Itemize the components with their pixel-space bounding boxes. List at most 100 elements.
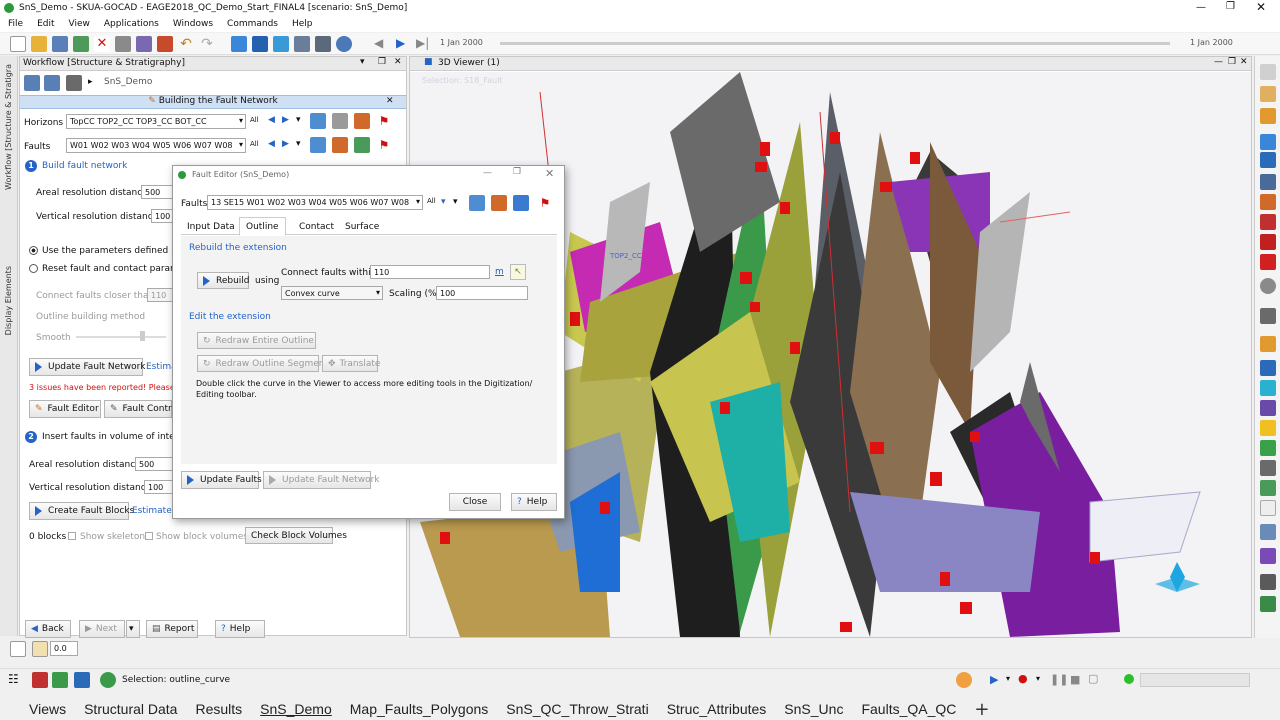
hand-icon[interactable] [1260, 86, 1276, 102]
car-icon[interactable] [1260, 254, 1276, 270]
horizons-tool3-icon[interactable] [354, 113, 370, 129]
redraw-entire-outline-button[interactable]: ↻ Redraw Entire Outline [197, 332, 316, 349]
dialog-help-button[interactable]: ? Help [511, 493, 557, 511]
select-tool-icon[interactable] [32, 641, 48, 657]
horizons-tool2-icon[interactable] [332, 113, 348, 129]
record-menu-icon[interactable]: ▾ [1036, 674, 1040, 683]
maximize-icon[interactable]: ❐ [1226, 1, 1235, 12]
horizons-flag-icon[interactable]: ⚑ [376, 113, 392, 129]
redo-icon[interactable]: ↷ [199, 36, 215, 52]
horizons-select[interactable]: TopCC TOP2_CC TOP3_CC BOT_CC ▾ [66, 114, 246, 129]
pause-icon[interactable]: ❚❚ [1050, 673, 1068, 686]
dialog-faults-menu-icon[interactable]: ▾ [441, 197, 446, 207]
translate-button[interactable]: ✥ Translate [322, 355, 380, 372]
horizons-prev-icon[interactable]: ◀ [268, 115, 275, 125]
arrow-up-icon[interactable] [1260, 360, 1276, 376]
create-fault-blocks-button[interactable]: Create Fault Blocks [29, 502, 134, 520]
tools-icon[interactable] [136, 36, 152, 52]
open-folder-icon[interactable] [31, 36, 47, 52]
zoom-icon[interactable] [1260, 134, 1276, 150]
palette-icon[interactable] [1260, 440, 1276, 456]
number-icon[interactable] [1260, 500, 1276, 516]
chart-icon[interactable] [231, 36, 247, 52]
show-skeleton-checkbox[interactable] [68, 532, 76, 540]
menu-windows[interactable]: Windows [173, 19, 213, 29]
faults-next-icon[interactable]: ▶ [282, 139, 289, 149]
dialog-tool1-icon[interactable] [469, 195, 485, 211]
back-button[interactable]: ◀ Back [25, 620, 71, 638]
viewer-restore-icon[interactable]: ❐ [1228, 57, 1236, 67]
status-tool1-icon[interactable] [32, 672, 48, 688]
check-block-volumes-button[interactable]: Check Block Volumes [245, 527, 347, 544]
stop-icon[interactable]: ■ [1070, 673, 1080, 686]
close-icon[interactable]: ✕ [1256, 0, 1266, 14]
section-close-icon[interactable]: ✕ [386, 96, 394, 106]
delete-icon[interactable]: ✕ [94, 36, 110, 52]
plot-icon[interactable] [294, 36, 310, 52]
pick-icon[interactable]: ↖ [510, 264, 526, 280]
menu-help[interactable]: Help [292, 19, 313, 29]
tab-results[interactable]: Results [195, 701, 242, 717]
smooth-slider[interactable] [76, 336, 166, 338]
method-select[interactable]: Convex curve ▾ [281, 286, 383, 300]
next-menu-button[interactable]: ▾ [126, 620, 140, 638]
tab-struc-attributes[interactable]: Struc_Attributes [667, 701, 767, 717]
status-tool2-icon[interactable] [52, 672, 68, 688]
faults-menu-icon[interactable]: ▾ [296, 139, 301, 149]
filter-icon[interactable] [1260, 548, 1276, 564]
add-tab-icon[interactable]: + [974, 699, 989, 720]
menu-edit[interactable]: Edit [37, 19, 54, 29]
next-button[interactable]: ▶ Next [79, 620, 125, 638]
help-button[interactable]: ? Help [215, 620, 265, 638]
scaling-input[interactable]: 100 [436, 286, 528, 300]
dialog-faults-all[interactable]: All [427, 197, 436, 205]
grid-icon[interactable] [315, 36, 331, 52]
tab-contact[interactable]: Contact [299, 222, 334, 232]
play-icon[interactable]: ▶ [990, 673, 998, 686]
time-slider[interactable] [500, 42, 1170, 45]
workflow-close-icon[interactable]: ✕ [394, 57, 402, 67]
zoom-level-input[interactable]: 0.0 [50, 641, 78, 656]
tab-sns-qc-throw-strati[interactable]: SnS_QC_Throw_Strati [506, 701, 648, 717]
pen-icon[interactable] [252, 36, 268, 52]
tab-faults-qa-qc[interactable]: Faults_QA_QC [861, 701, 956, 717]
pen-edit-icon[interactable] [1260, 480, 1276, 496]
tab-workflow[interactable]: Workflow [Structure & Stratigra [4, 64, 13, 190]
edit-tool-icon[interactable] [157, 36, 173, 52]
prev-step-icon[interactable]: ◀ [374, 36, 383, 50]
play-step-icon[interactable]: ▶ [396, 36, 405, 50]
fault-editor-button[interactable]: ✎ Fault Editor [29, 400, 101, 418]
print-icon[interactable] [115, 36, 131, 52]
pointer-icon[interactable] [1260, 64, 1276, 80]
faults-prev-icon[interactable]: ◀ [268, 139, 275, 149]
horizons-menu-icon[interactable]: ▾ [296, 115, 301, 125]
dialog-faults-expand-icon[interactable]: ▾ [453, 197, 458, 207]
save-workflow-icon[interactable] [24, 75, 40, 91]
export-icon[interactable] [1260, 596, 1276, 612]
rebuild-button[interactable]: Rebuild [197, 272, 250, 289]
fault-control-button[interactable]: ✎ Fault Contro [104, 400, 177, 418]
ruler-icon[interactable] [1260, 108, 1276, 124]
3d-icon[interactable] [273, 36, 289, 52]
dialog-maximize-icon[interactable]: ❐ [513, 167, 521, 177]
anchor-icon[interactable] [1260, 174, 1276, 190]
tab-structural-data[interactable]: Structural Data [84, 701, 177, 717]
faults-flag-icon[interactable]: ⚑ [376, 137, 392, 153]
step1-label[interactable]: Build fault network [42, 161, 127, 171]
table-icon[interactable] [1260, 574, 1276, 590]
grid-menu-icon[interactable]: ☷ [8, 672, 19, 686]
save-as-workflow-icon[interactable] [44, 75, 60, 91]
dialog-update-network-button[interactable]: Update Fault Network [263, 471, 380, 489]
tab-map-faults-polygons[interactable]: Map_Faults_Polygons [350, 701, 489, 717]
horizons-tool1-icon[interactable] [310, 113, 326, 129]
radio-reset-params[interactable] [29, 264, 38, 273]
star-icon[interactable] [1260, 380, 1276, 396]
bulb-icon[interactable] [1260, 420, 1276, 436]
tab-sns-demo[interactable]: SnS_Demo [260, 701, 332, 717]
viewer-close-icon[interactable]: ✕ [1240, 57, 1248, 67]
connect-within-input[interactable]: 110 [370, 265, 490, 279]
menu-commands[interactable]: Commands [227, 19, 278, 29]
magnifier-icon[interactable] [1260, 152, 1276, 168]
next-step-icon[interactable]: ▶| [416, 36, 429, 50]
update-faults-button[interactable]: Update Faults [181, 471, 262, 489]
